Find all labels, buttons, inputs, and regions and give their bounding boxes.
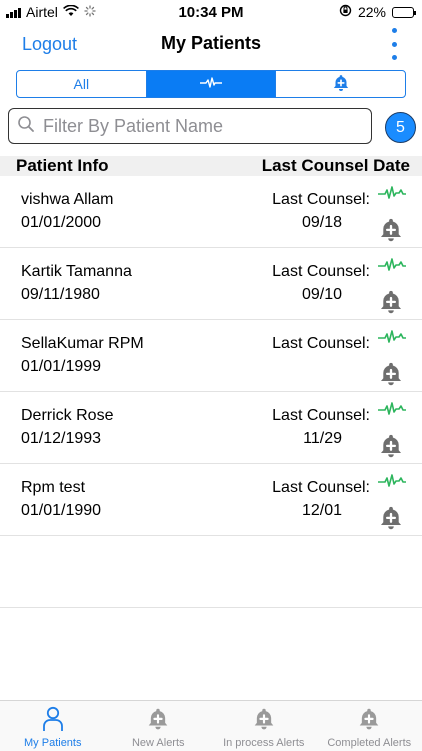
column-header: Patient Info Last Counsel Date <box>0 156 422 176</box>
patient-dob: 01/01/2000 <box>21 214 101 232</box>
tab-bar: My Patients New Alerts In process Alerts… <box>0 700 422 751</box>
pulse-icon[interactable] <box>378 474 406 493</box>
patient-row[interactable]: Rpm test 01/01/1990 Last Counsel: 12/01 <box>0 464 422 536</box>
pulse-icon[interactable] <box>378 186 406 205</box>
patient-name: Derrick Rose <box>21 407 113 425</box>
bell-plus-icon[interactable] <box>377 216 405 249</box>
patient-name: vishwa Allam <box>21 191 113 209</box>
tab-new-alerts[interactable]: New Alerts <box>106 701 212 751</box>
last-counsel-date: 11/29 <box>303 430 342 448</box>
tab-in-process-alerts[interactable]: In process Alerts <box>211 701 317 751</box>
tab-label: My Patients <box>24 737 81 749</box>
more-vertical-icon[interactable] <box>390 28 398 60</box>
segment-all-label: All <box>74 76 90 92</box>
search-icon <box>9 115 35 138</box>
empty-row-separator <box>0 536 422 608</box>
bell-plus-icon[interactable] <box>377 504 405 537</box>
patient-row[interactable]: vishwa Allam 01/01/2000 Last Counsel: 09… <box>0 176 422 248</box>
status-right: 22% <box>339 4 414 20</box>
tab-label: In process Alerts <box>223 737 304 749</box>
segment-all[interactable]: All <box>17 71 147 97</box>
patient-count-badge: 5 <box>385 112 416 143</box>
orientation-lock-icon <box>339 4 352 20</box>
status-bar: Airtel 10:34 PM 22% <box>0 0 422 24</box>
tab-label: New Alerts <box>132 737 185 749</box>
pulse-icon <box>200 76 222 92</box>
page-title: My Patients <box>0 33 422 54</box>
bell-plus-icon <box>331 73 351 96</box>
tab-label: Completed Alerts <box>327 737 411 749</box>
patient-row[interactable]: Kartik Tamanna 09/11/1980 Last Counsel: … <box>0 248 422 320</box>
bell-plus-icon[interactable] <box>377 360 405 393</box>
search-input[interactable] <box>41 115 345 138</box>
last-counsel-label: Last Counsel: <box>272 407 370 425</box>
last-counsel-label: Last Counsel: <box>272 191 370 209</box>
bell-plus-icon <box>145 706 171 735</box>
patient-dob: 09/11/1980 <box>21 286 100 304</box>
patient-row[interactable]: SellaKumar RPM 01/01/1999 Last Counsel: <box>0 320 422 392</box>
battery-percent: 22% <box>358 4 386 20</box>
patient-dob: 01/12/1993 <box>21 430 101 448</box>
tab-my-patients[interactable]: My Patients <box>0 701 106 751</box>
patient-name: SellaKumar RPM <box>21 335 144 353</box>
patient-row[interactable]: Derrick Rose 01/12/1993 Last Counsel: 11… <box>0 392 422 464</box>
patient-name: Kartik Tamanna <box>21 263 132 281</box>
nav-bar: Logout My Patients <box>0 24 422 64</box>
last-counsel-label: Last Counsel: <box>272 335 370 353</box>
patient-dob: 01/01/1990 <box>21 502 101 520</box>
bell-plus-icon[interactable] <box>377 288 405 321</box>
tab-completed-alerts[interactable]: Completed Alerts <box>317 701 422 751</box>
last-counsel-label: Last Counsel: <box>272 479 370 497</box>
search-box <box>8 108 372 144</box>
last-counsel-label: Last Counsel: <box>272 263 370 281</box>
column-last-counsel-date: Last Counsel Date <box>262 156 410 176</box>
column-patient-info: Patient Info <box>16 156 109 176</box>
pulse-icon[interactable] <box>378 402 406 421</box>
patient-list: vishwa Allam 01/01/2000 Last Counsel: 09… <box>0 176 422 608</box>
last-counsel-date: 09/10 <box>302 286 342 304</box>
patient-name: Rpm test <box>21 479 85 497</box>
last-counsel-date: 12/01 <box>302 502 342 520</box>
filter-segmented-control: All <box>16 70 406 98</box>
segment-vitals[interactable] <box>147 71 277 97</box>
pulse-icon[interactable] <box>378 330 406 349</box>
last-counsel-date: 09/18 <box>302 214 342 232</box>
battery-icon <box>392 7 414 18</box>
person-icon <box>41 706 65 735</box>
segment-alerts[interactable] <box>276 71 405 97</box>
pulse-icon[interactable] <box>378 258 406 277</box>
bell-plus-icon <box>356 706 382 735</box>
bell-plus-icon[interactable] <box>377 432 405 465</box>
patient-dob: 01/01/1999 <box>21 358 101 376</box>
bell-plus-icon <box>251 706 277 735</box>
